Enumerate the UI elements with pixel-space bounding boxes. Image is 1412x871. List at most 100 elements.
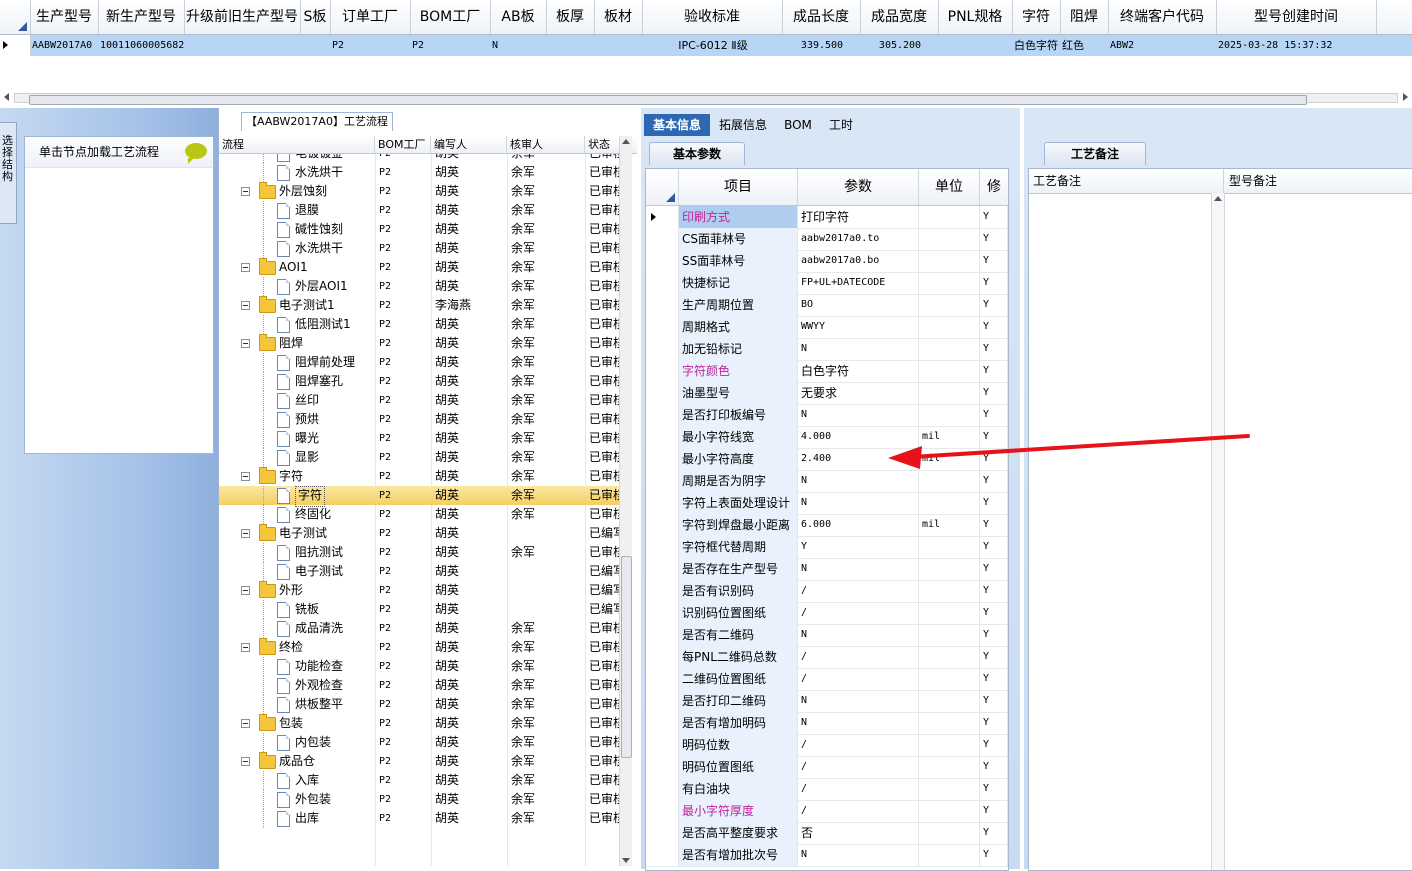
select-structure-tab[interactable]: 选择结构 (0, 122, 17, 224)
param-row[interactable]: 明码位数 / Y (646, 734, 1008, 757)
tree-node-label[interactable]: 功能检查 (295, 657, 343, 676)
tree-step-row[interactable]: 外观检查 P2 胡英 余军 已审核 (219, 676, 619, 695)
tree-scroll-thumb[interactable] (621, 556, 632, 758)
tree-node-label[interactable]: 低阻测试1 (295, 315, 351, 334)
tree-node-label[interactable]: 阻焊前处理 (295, 353, 355, 372)
col-bom-factory[interactable]: BOM工厂 (375, 136, 431, 153)
scroll-left-icon[interactable] (4, 93, 9, 101)
col-unit[interactable]: 单位 (919, 169, 980, 205)
tree-step-row[interactable]: 内包装 P2 胡英 余军 已审核 (219, 733, 619, 752)
model-grid-row[interactable]: AABW2017A0 10011060005682 P2 P2 N IPC-6012 Ⅱ级… (0, 35, 1412, 56)
param-row[interactable]: 是否有增加明码 N Y (646, 712, 1008, 735)
col-character[interactable]: 字符 (1012, 0, 1061, 34)
tree-node-label[interactable]: 丝印 (295, 391, 319, 410)
tree-step-row[interactable]: 入库 P2 胡英 余军 已审核 (219, 771, 619, 790)
tree-node-label[interactable]: 包装 (279, 714, 303, 733)
remarks-scrollbar[interactable] (1211, 193, 1224, 870)
tree-step-row[interactable]: 电子测试 P2 胡英 已编写 (219, 562, 619, 581)
param-row[interactable]: 最小字符线宽 4.000 mil Y (646, 426, 1008, 449)
param-row[interactable]: 识别码位置图纸 / Y (646, 602, 1008, 625)
collapse-toggle-icon[interactable] (241, 472, 250, 481)
horizontal-scrollbar[interactable] (4, 91, 1408, 105)
tree-step-row[interactable]: 显影 P2 胡英 余军 已审核 (219, 448, 619, 467)
tree-node-label[interactable]: 水洗烘干 (295, 163, 343, 182)
param-row[interactable]: 是否高平整度要求否 Y (646, 822, 1008, 845)
collapse-toggle-icon[interactable] (241, 301, 250, 310)
param-row[interactable]: 加无铅标记 N Y (646, 338, 1008, 361)
tree-step-row[interactable]: 终固化 P2 胡英 余军 已审核 (219, 505, 619, 524)
tree-group-row[interactable]: 外层蚀刻 P2 胡英 余军 已审核 (219, 182, 619, 201)
tree-node-label[interactable]: 外观检查 (295, 676, 343, 695)
tree-node-label[interactable]: 烘板整平 (295, 695, 343, 714)
param-value[interactable]: N (798, 844, 919, 866)
tab-bom[interactable]: BOM (777, 114, 819, 136)
param-row[interactable]: 是否有识别码 / Y (646, 580, 1008, 603)
col-parameter[interactable]: 参数 (798, 169, 919, 205)
param-value[interactable]: / (798, 800, 919, 822)
param-row[interactable]: 明码位置图纸 / Y (646, 756, 1008, 779)
col-modify[interactable]: 修 (980, 169, 1008, 205)
param-value[interactable]: Y (798, 536, 919, 558)
col-item[interactable]: 项目 (679, 169, 798, 205)
tree-node-label[interactable]: 电镀镀金 (295, 154, 343, 163)
param-value[interactable]: 6.000 (798, 514, 919, 536)
tree-node-label[interactable]: 电子测试 (295, 562, 343, 581)
tree-step-row[interactable]: 碱性蚀刻 P2 胡英 余军 已审核 (219, 220, 619, 239)
tree-step-row[interactable]: 丝印 P2 胡英 余军 已审核 (219, 391, 619, 410)
col-board-thickness[interactable]: 板厚 (546, 0, 595, 34)
tree-node-label[interactable]: 退膜 (295, 201, 319, 220)
col-bom-factory[interactable]: BOM工厂 (410, 0, 491, 34)
param-row[interactable]: 最小字符厚度 / Y (646, 800, 1008, 823)
scroll-up-icon[interactable] (1214, 196, 1222, 201)
scroll-up-icon[interactable] (622, 139, 630, 144)
param-value[interactable]: N (798, 470, 919, 492)
col-finished-width[interactable]: 成品宽度 (860, 0, 939, 34)
param-row[interactable]: 字符上表面处理设计 N Y (646, 492, 1008, 515)
tree-step-row[interactable]: 阻焊前处理 P2 胡英 余军 已审核 (219, 353, 619, 372)
param-value[interactable]: / (798, 580, 919, 602)
cell-board-material[interactable] (594, 35, 642, 56)
cell-customer-code[interactable]: ABW2 (1108, 35, 1216, 56)
cell-pnl-spec[interactable] (938, 35, 1012, 56)
collapse-toggle-icon[interactable] (241, 187, 250, 196)
tree-node-label[interactable]: 终检 (279, 638, 303, 657)
param-value[interactable]: FP+UL+DATECODE (798, 272, 919, 294)
collapse-toggle-icon[interactable] (241, 529, 250, 538)
tree-node-label[interactable]: 阻抗测试 (295, 543, 343, 562)
col-production-model[interactable]: 生产型号 (30, 0, 99, 34)
cell-order-factory[interactable]: P2 (330, 35, 410, 56)
tree-group-row[interactable]: 成品仓 P2 胡英 余军 已审核 (219, 752, 619, 771)
param-row[interactable]: 二维码位置图纸 / Y (646, 668, 1008, 691)
tree-node-label[interactable]: 成品仓 (279, 752, 315, 771)
tree-step-row[interactable]: 出库 P2 胡英 余军 已审核 (219, 809, 619, 828)
tree-node-label[interactable]: 字符 (295, 486, 326, 507)
tree-node-label[interactable]: 终固化 (295, 505, 331, 524)
col-new-production-model[interactable]: 新生产型号 (98, 0, 185, 34)
param-value[interactable]: / (798, 778, 919, 800)
param-value[interactable]: BO (798, 294, 919, 316)
param-row[interactable]: 字符颜色 白色字符 Y (646, 360, 1008, 383)
param-value[interactable]: / (798, 602, 919, 624)
cell-acceptance-standard[interactable]: IPC-6012 Ⅱ级 (642, 35, 782, 56)
param-row[interactable]: 是否存在生产型号 N Y (646, 558, 1008, 581)
param-row[interactable]: 快捷标记 FP+UL+DATECODE Y (646, 272, 1008, 295)
cell-production-model[interactable]: AABW2017A0 (30, 35, 98, 56)
cell-character[interactable]: 白色字符 (1012, 35, 1060, 56)
tree-group-row[interactable]: 电子测试 P2 胡英 已编写 (219, 524, 619, 543)
col-ab-board[interactable]: AB板 (490, 0, 547, 34)
param-value[interactable]: / (798, 734, 919, 756)
tab-basic-info[interactable]: 基本信息 (644, 114, 710, 136)
col-solder-mask[interactable]: 阻焊 (1060, 0, 1109, 34)
param-value[interactable]: N (798, 558, 919, 580)
tree-group-row[interactable]: 电子测试1 P2 李海燕 余军 已审核 (219, 296, 619, 315)
tree-group-row[interactable]: 终检 P2 胡英 余军 已审核 (219, 638, 619, 657)
cell-model-created-time[interactable]: 2025-03-28 15:37:32 (1216, 35, 1376, 56)
param-row[interactable]: 周期格式 WWYY Y (646, 316, 1008, 339)
tree-node-label[interactable]: 阻焊 (279, 334, 303, 353)
param-value[interactable]: 2.400 (798, 448, 919, 470)
cell-finished-length[interactable]: 339.500 (782, 35, 860, 56)
tree-node-label[interactable]: 字符 (279, 467, 303, 486)
col-flow[interactable]: 流程 (219, 136, 375, 153)
param-value[interactable]: 无要求 (798, 382, 919, 404)
tree-node-label[interactable]: 阻焊塞孔 (295, 372, 343, 391)
